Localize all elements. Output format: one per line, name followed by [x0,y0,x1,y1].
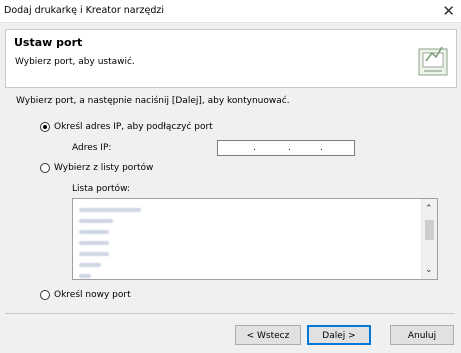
ip-dot-2: . [288,143,291,153]
ip-address-label: Adres IP: [72,143,112,153]
list-item[interactable] [79,219,113,223]
list-item[interactable] [79,230,109,234]
list-item[interactable] [79,274,91,278]
wizard-header: Ustaw port Wybierz port, aby ustawić. [5,29,457,88]
list-item[interactable] [79,263,101,267]
footer-divider [5,313,455,314]
window-title: Dodaj drukarkę i Kreator narzędzi [4,5,164,16]
back-button[interactable]: < Wstecz [235,325,301,345]
ip-address-input[interactable]: . . . [217,140,355,156]
page-subtitle: Wybierz port, aby ustawić. [15,57,135,67]
radio-select-port-list[interactable] [40,163,50,173]
port-list-scrollbar[interactable]: ⌃ ⌄ [421,199,437,279]
title-bar: Dodaj drukarkę i Kreator narzędzi ✕ [0,0,461,23]
cancel-button[interactable]: Anuluj [390,325,454,345]
close-icon[interactable]: ✕ [442,2,455,20]
page-title: Ustaw port [14,36,83,49]
radio-specify-ip-label[interactable]: Określ adres IP, aby podłączyć port [54,122,213,132]
chevron-down-icon[interactable]: ⌄ [425,265,433,275]
radio-new-port[interactable] [40,290,50,300]
next-button[interactable]: Dalej > [307,325,371,345]
ip-dot-1: . [253,143,256,153]
scrollbar-thumb[interactable] [425,220,434,240]
radio-select-port-list-label[interactable]: Wybierz z listy portów [54,163,153,173]
radio-specify-ip[interactable] [40,122,50,132]
list-item[interactable] [79,252,109,256]
port-list-label: Lista portów: [72,184,130,194]
port-wizard-icon [418,46,448,76]
ip-dot-3: . [320,143,323,153]
radio-new-port-label[interactable]: Określ nowy port [54,290,131,300]
chevron-up-icon[interactable]: ⌃ [425,204,433,214]
list-item[interactable] [79,208,141,212]
port-list[interactable]: ⌃ ⌄ [72,198,438,280]
list-item[interactable] [79,241,109,245]
instruction-text: Wybierz port, a następnie naciśnij [Dale… [16,96,290,106]
